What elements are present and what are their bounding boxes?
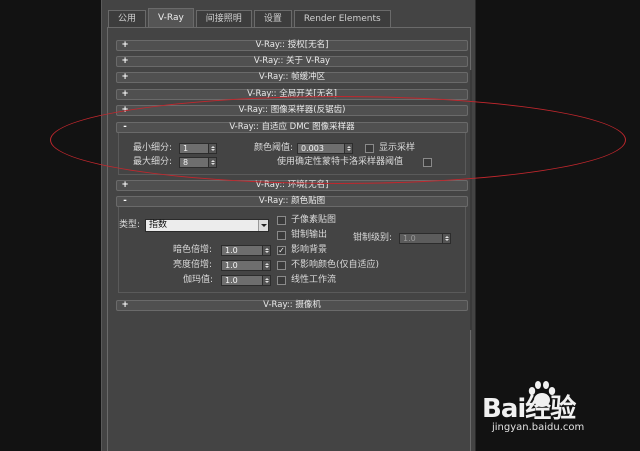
- tab-render-elements[interactable]: Render Elements: [293, 10, 391, 27]
- use-dmc-threshold-checkbox[interactable]: [423, 158, 432, 167]
- rollout-authorization[interactable]: + V-Ray:: 授权[无名]: [116, 40, 468, 51]
- clamp-output-checkbox[interactable]: [277, 231, 286, 240]
- dont-affect-colors-checkbox[interactable]: [277, 261, 286, 270]
- tab-settings[interactable]: 设置: [253, 10, 292, 27]
- collapse-icon: -: [123, 122, 127, 132]
- rollout-label: V-Ray:: 自适应 DMC 图像采样器: [229, 122, 355, 132]
- min-subdivs-input[interactable]: 1: [179, 143, 209, 154]
- rollout-label: V-Ray:: 颜色贴图: [258, 196, 326, 206]
- expand-icon: +: [121, 300, 129, 310]
- gamma-label: 伽玛值:: [183, 275, 214, 285]
- min-subdivs-spinner[interactable]: 1: [179, 143, 217, 154]
- watermark-url: jingyan.baidu.com: [492, 422, 585, 433]
- expand-icon: +: [121, 105, 129, 115]
- tab-vray[interactable]: V-Ray: [148, 8, 194, 27]
- min-subdivs-label: 最小细分:: [133, 143, 173, 153]
- rollout-camera[interactable]: + V-Ray:: 摄像机: [116, 300, 468, 311]
- render-setup-dialog: 公用 V-Ray 间接照明 设置 Render Elements + V-Ray…: [101, 0, 476, 451]
- gamma-spinner[interactable]: 1.0: [221, 275, 271, 286]
- rollout-color-mapping[interactable]: - V-Ray:: 颜色贴图: [116, 196, 468, 207]
- expand-icon: +: [121, 56, 129, 66]
- show-samples-checkbox[interactable]: [365, 144, 374, 153]
- collapse-icon: -: [123, 196, 127, 206]
- spinner-arrows-icon[interactable]: [263, 245, 271, 256]
- clamp-output-label: 钳制输出: [291, 230, 328, 240]
- color-threshold-spinner[interactable]: 0.003: [297, 143, 353, 154]
- gamma-input[interactable]: 1.0: [221, 275, 263, 286]
- use-dmc-threshold-label: 使用确定性蒙特卡洛采样器阈值: [277, 157, 404, 167]
- dark-multiplier-input[interactable]: 1.0: [221, 245, 263, 256]
- tab-indirect-illumination[interactable]: 间接照明: [195, 10, 252, 27]
- rollout-image-sampler[interactable]: + V-Ray:: 图像采样器(反锯齿): [116, 105, 468, 116]
- rollout-about[interactable]: + V-Ray:: 关于 V-Ray: [116, 56, 468, 67]
- expand-icon: +: [121, 89, 129, 99]
- bright-multiplier-spinner[interactable]: 1.0: [221, 260, 271, 271]
- spinner-arrows-icon[interactable]: [209, 143, 217, 154]
- watermark-logo: Bai经验: [482, 394, 576, 424]
- subpixel-mapping-label: 子像素贴图: [291, 215, 337, 225]
- linear-workflow-checkbox[interactable]: [277, 276, 286, 285]
- rollout-label: V-Ray:: 授权[无名]: [255, 40, 329, 50]
- type-select-value: 指数: [149, 220, 168, 230]
- rollout-label: V-Ray:: 关于 V-Ray: [253, 56, 331, 66]
- rollout-label: V-Ray:: 环境[无名]: [255, 180, 329, 190]
- type-select[interactable]: 指数: [145, 219, 269, 232]
- color-mapping-group: 类型: 指数 子像素贴图 钳制输出 钳制级别: 1.0 ✓ 影响背景 不影响颜色…: [118, 207, 466, 293]
- spinner-arrows-icon[interactable]: [345, 143, 353, 154]
- clamp-level-label: 钳制级别:: [353, 233, 393, 243]
- tab-bar: 公用 V-Ray 间接照明 设置 Render Elements: [108, 8, 393, 27]
- chevron-down-icon[interactable]: [258, 220, 268, 231]
- rollout-environment[interactable]: + V-Ray:: 环境[无名]: [116, 180, 468, 191]
- clamp-level-input[interactable]: 1.0: [399, 233, 443, 244]
- show-samples-label: 显示采样: [379, 143, 416, 153]
- spinner-arrows-icon[interactable]: [263, 275, 271, 286]
- color-threshold-label: 颜色阈值:: [254, 143, 294, 153]
- rollout-label: V-Ray:: 图像采样器(反锯齿): [238, 105, 346, 115]
- expand-icon: +: [121, 72, 129, 82]
- affect-background-label: 影响背景: [291, 245, 328, 255]
- type-label: 类型:: [119, 220, 141, 230]
- affect-background-checkbox[interactable]: ✓: [277, 246, 286, 255]
- rollout-label: V-Ray:: 摄像机: [263, 300, 321, 310]
- tab-common[interactable]: 公用: [108, 10, 147, 27]
- dark-multiplier-label: 暗色倍增:: [173, 245, 213, 255]
- adaptive-dmc-group: 最小细分: 1 最大细分: 8 颜色阈值: 0.003 显示采样 使用确定性蒙特…: [118, 133, 466, 175]
- spinner-arrows-icon[interactable]: [263, 260, 271, 271]
- max-subdivs-label: 最大细分:: [133, 157, 173, 167]
- bright-multiplier-input[interactable]: 1.0: [221, 260, 263, 271]
- rollout-label: V-Ray:: 帧缓冲区: [258, 72, 326, 82]
- panel-scroll-strip[interactable]: [470, 70, 472, 330]
- max-subdivs-spinner[interactable]: 8: [179, 157, 217, 168]
- rollout-global-switches[interactable]: + V-Ray:: 全局开关[无名]: [116, 89, 468, 100]
- spinner-arrows-icon[interactable]: [209, 157, 217, 168]
- expand-icon: +: [121, 40, 129, 50]
- spinner-arrows-icon[interactable]: [443, 233, 451, 244]
- dont-affect-colors-label: 不影响颜色(仅自适应): [291, 260, 380, 270]
- rollout-label: V-Ray:: 全局开关[无名]: [247, 89, 337, 99]
- rollout-frame-buffer[interactable]: + V-Ray:: 帧缓冲区: [116, 72, 468, 83]
- clamp-level-spinner[interactable]: 1.0: [399, 233, 451, 244]
- dark-multiplier-spinner[interactable]: 1.0: [221, 245, 271, 256]
- max-subdivs-input[interactable]: 8: [179, 157, 209, 168]
- watermark: Bai经验 jingyan.baidu.com: [482, 380, 632, 446]
- expand-icon: +: [121, 180, 129, 190]
- bright-multiplier-label: 亮度倍增:: [173, 260, 213, 270]
- color-threshold-input[interactable]: 0.003: [297, 143, 345, 154]
- vray-panel: + V-Ray:: 授权[无名] + V-Ray:: 关于 V-Ray + V-…: [107, 27, 472, 451]
- subpixel-mapping-checkbox[interactable]: [277, 216, 286, 225]
- linear-workflow-label: 线性工作流: [291, 275, 337, 285]
- rollout-adaptive-dmc[interactable]: - V-Ray:: 自适应 DMC 图像采样器: [116, 122, 468, 133]
